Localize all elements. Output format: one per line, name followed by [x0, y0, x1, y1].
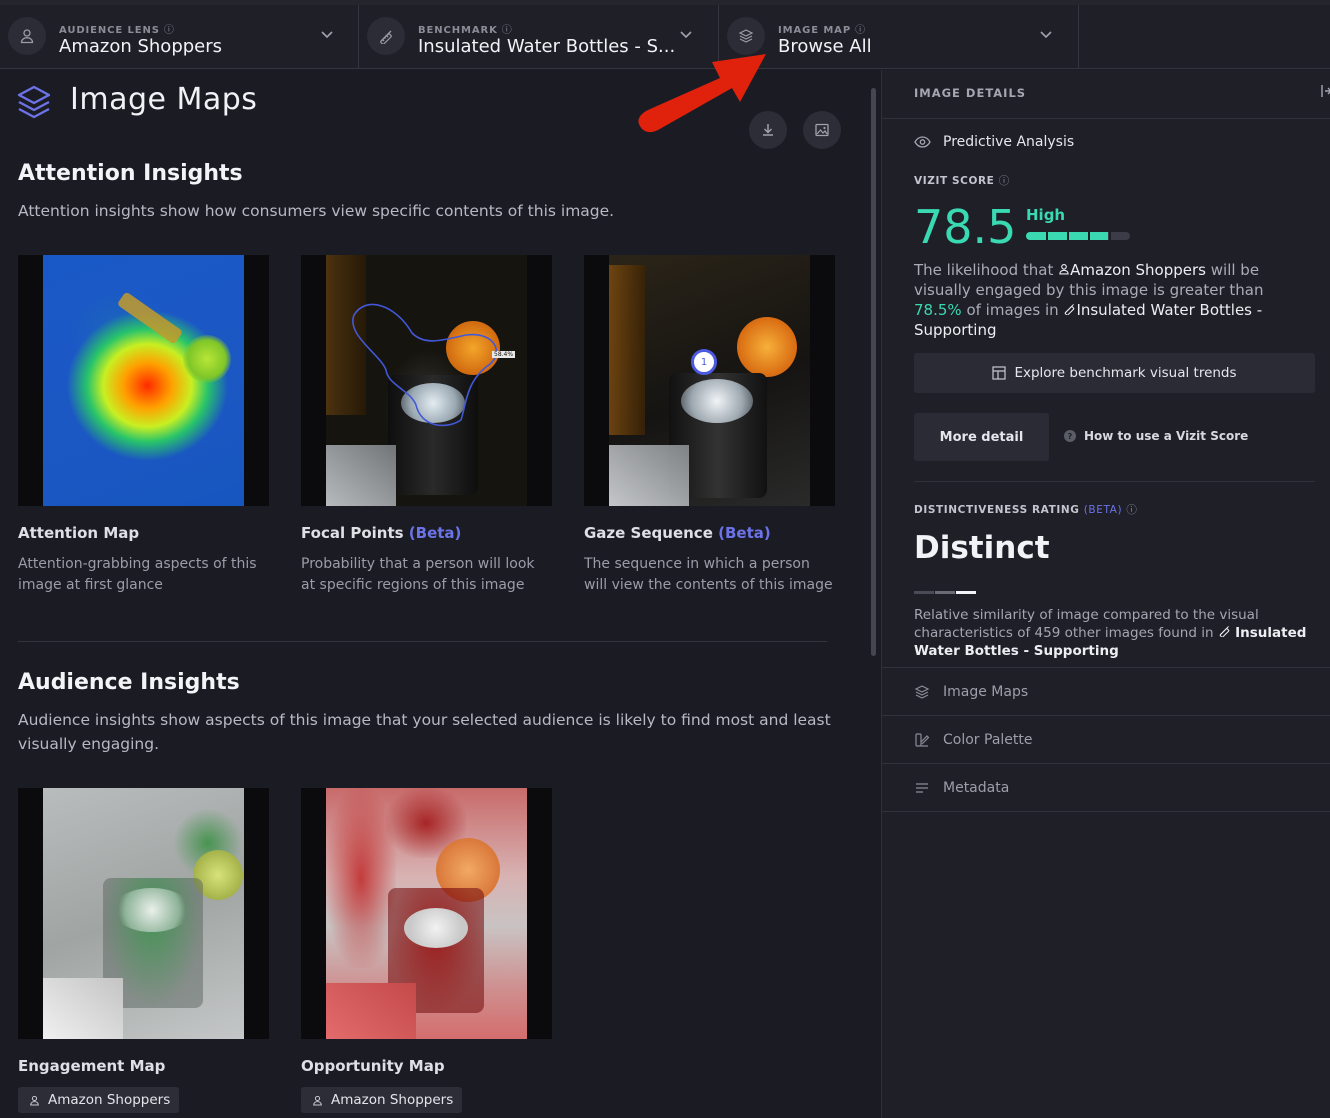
user-icon	[313, 1095, 322, 1105]
text-lines-icon	[916, 782, 928, 793]
distinct-bar-segment	[956, 591, 976, 594]
chevron-down-icon	[1040, 31, 1052, 39]
image-map-label: IMAGE MAP ⓘ	[778, 25, 866, 36]
palette-icon	[915, 732, 930, 747]
panel-header: IMAGE DETAILS	[914, 86, 1027, 100]
focal-points-description: Probability that a person will look at s…	[301, 556, 535, 593]
page-title: Image Maps	[70, 82, 258, 117]
audience-description: Audience insights show aspects of this i…	[18, 711, 831, 753]
info-icon: ⓘ	[501, 25, 513, 36]
vizit-score-value: 78.5	[914, 200, 1017, 254]
nav-image-maps[interactable]: Image Maps	[882, 668, 1330, 716]
layout-icon	[992, 366, 1007, 380]
ruler-icon	[367, 17, 405, 55]
score-level: High	[1026, 206, 1066, 224]
section-divider	[18, 641, 827, 642]
chevron-down-icon	[321, 31, 333, 39]
explore-benchmark-button[interactable]: Explore benchmark visual trends	[914, 353, 1315, 393]
gaze-sequence-title: Gaze Sequence (Beta)	[584, 524, 771, 542]
audience-lens-label: AUDIENCE LENS ⓘ	[59, 25, 175, 36]
likelihood-text: The likelihood that Amazon Shoppers will…	[914, 261, 1264, 339]
how-to-use-score-link[interactable]: ? How to use a Vizit Score	[1064, 429, 1248, 443]
red-arrow-annotation	[638, 54, 766, 133]
focal-points-title: Focal Points (Beta)	[301, 524, 462, 542]
image-map-selector[interactable]: IMAGE MAP ⓘ Browse All	[719, 5, 1079, 69]
attention-map-image[interactable]	[18, 255, 269, 506]
engagement-map-title: Engagement Map	[18, 1057, 166, 1075]
attention-heading: Attention Insights	[18, 161, 243, 186]
info-icon: ⓘ	[998, 175, 1010, 187]
benchmark-label: BENCHMARK ⓘ	[418, 25, 513, 36]
image-view-button[interactable]	[803, 111, 841, 149]
opportunity-map-image[interactable]	[301, 788, 552, 1039]
info-icon: ⓘ	[855, 25, 866, 36]
ruler-icon	[1065, 304, 1075, 316]
svg-text:?: ?	[1068, 432, 1073, 441]
audience-chip-label: Amazon Shoppers	[48, 1092, 171, 1108]
nav-color-palette[interactable]: Color Palette	[882, 716, 1330, 764]
nav-metadata[interactable]: Metadata	[882, 764, 1330, 812]
user-icon	[8, 17, 46, 55]
chevron-down-icon	[680, 31, 692, 39]
divider	[914, 481, 1315, 482]
more-detail-button[interactable]: More detail	[914, 413, 1049, 461]
score-bar	[1026, 232, 1130, 240]
layers-icon	[17, 85, 51, 119]
eye-icon	[914, 136, 931, 148]
distinctiveness-value: Distinct	[914, 530, 1050, 566]
audience-heading: Audience Insights	[18, 670, 240, 695]
audience-chip[interactable]: Amazon Shoppers	[301, 1087, 463, 1113]
predictive-analysis-title: Predictive Analysis	[943, 134, 1075, 150]
focal-percentage-tag: 58.4%	[492, 351, 516, 358]
help-icon: ?	[1064, 430, 1076, 442]
attention-description: Attention insights show how consumers vi…	[18, 202, 615, 220]
image-icon	[815, 123, 829, 137]
audience-lens-value: Amazon Shoppers	[59, 36, 223, 57]
opportunity-map-title: Opportunity Map	[301, 1057, 445, 1075]
scrollbar[interactable]	[871, 88, 876, 656]
gaze-marker-1: 1	[691, 349, 717, 375]
collapse-panel-icon[interactable]	[1319, 84, 1330, 98]
distinct-bar-segment	[914, 591, 934, 594]
beta-badge: (Beta)	[408, 524, 462, 542]
image-details-panel: IMAGE DETAILS Predictive Analysis VIZIT …	[881, 70, 1330, 1118]
divider	[882, 118, 1330, 119]
info-icon: ⓘ	[163, 25, 175, 36]
ruler-icon	[1219, 626, 1230, 638]
engagement-map-image[interactable]	[18, 788, 269, 1039]
gaze-sequence-description: The sequence in which a person will view…	[584, 556, 833, 593]
layers-icon	[914, 684, 930, 699]
attention-map-description: Attention-grabbing aspects of this image…	[18, 556, 257, 593]
gaze-sequence-image[interactable]: 1	[584, 255, 835, 506]
user-icon	[1059, 263, 1069, 275]
audience-lens-selector[interactable]: AUDIENCE LENS ⓘ Amazon Shoppers	[0, 5, 359, 69]
image-map-value: Browse All	[778, 36, 872, 57]
audience-chip[interactable]: Amazon Shoppers	[18, 1087, 180, 1113]
distinct-bar-segment	[935, 591, 955, 594]
info-icon: ⓘ	[1126, 504, 1138, 516]
attention-map-title: Attention Map	[18, 524, 140, 542]
audience-chip-label: Amazon Shoppers	[331, 1092, 454, 1108]
focal-points-image[interactable]: 58.4%	[301, 255, 552, 506]
beta-badge: (Beta)	[718, 524, 771, 542]
user-icon	[30, 1095, 39, 1105]
similarity-text: Relative similarity of image compared to…	[914, 607, 1307, 659]
vizit-score-label: VIZIT SCORE ⓘ	[914, 175, 1010, 187]
distinctiveness-label: DISTINCTIVENESS RATING (BETA) ⓘ	[914, 504, 1138, 516]
